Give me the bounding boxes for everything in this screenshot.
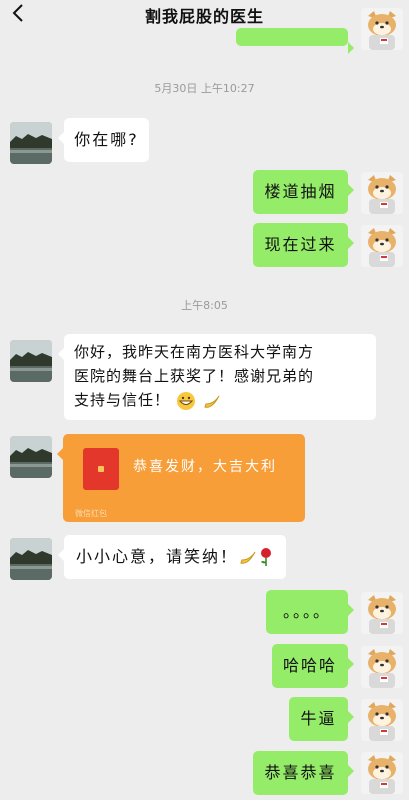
contact-avatar[interactable]	[10, 436, 52, 478]
message-text-line: 医院的舞台上获奖了！感谢兄弟的	[74, 367, 315, 385]
message-text: 你在哪?	[74, 129, 139, 149]
message-bubble[interactable]: 楼道抽烟	[253, 170, 354, 214]
message-text-line: 支持与信任！	[74, 391, 171, 409]
red-packet-footer: 微信红包	[75, 509, 107, 518]
chat-header: 割我屁股的医生 ···	[0, 0, 409, 26]
timestamp: 上午8:05	[181, 299, 228, 312]
banana-emoji-icon	[240, 551, 256, 564]
self-avatar[interactable]	[361, 172, 403, 214]
message-bubble[interactable]: 你好，我昨天在南方医科大学南方 医院的舞台上获奖了！感谢兄弟的 支持与信任！	[58, 334, 376, 420]
message-bubble[interactable]: 恭喜恭喜	[253, 751, 354, 795]
timestamp: 5月30日 上午10:27	[154, 82, 255, 95]
self-avatar[interactable]	[361, 225, 403, 267]
contact-avatar[interactable]	[10, 340, 52, 382]
message-text: 牛逼	[300, 708, 337, 728]
chat-title: 割我屁股的医生	[144, 7, 264, 26]
red-envelope-icon	[83, 448, 119, 490]
previous-message-bubble[interactable]	[236, 28, 354, 54]
message-bubble[interactable]: 哈哈哈	[272, 644, 354, 688]
red-packet-text: 恭喜发财，大吉大利	[133, 459, 277, 475]
message-text: 恭喜恭喜	[264, 762, 337, 782]
message-bubble[interactable]: 。。。。	[266, 590, 354, 634]
message-text: 哈哈哈	[282, 655, 337, 675]
self-avatar[interactable]	[361, 592, 403, 634]
self-avatar[interactable]	[361, 699, 403, 741]
self-avatar[interactable]	[361, 8, 403, 50]
self-avatar[interactable]	[361, 752, 403, 794]
message-text-line: 你好，我昨天在南方医科大学南方	[74, 343, 315, 361]
contact-avatar[interactable]	[10, 538, 52, 580]
red-packet[interactable]: 恭喜发财，大吉大利 微信红包	[57, 434, 305, 522]
message-bubble[interactable]: 你在哪?	[58, 118, 149, 162]
message-bubble[interactable]: 牛逼	[289, 697, 354, 741]
self-avatar[interactable]	[361, 646, 403, 688]
message-text: 楼道抽烟	[264, 181, 337, 201]
message-text: 小小心意，请笑纳！	[75, 546, 238, 566]
message-text: 现在过来	[264, 234, 337, 254]
contact-avatar[interactable]	[10, 122, 52, 164]
message-bubble[interactable]: 现在过来	[253, 223, 354, 267]
rose-emoji-icon	[261, 548, 271, 566]
message-bubble[interactable]: 小小心意，请笑纳！	[58, 535, 286, 579]
grin-emoji-icon	[176, 391, 195, 410]
banana-emoji-icon	[203, 395, 220, 408]
message-text: 。。。。	[282, 601, 331, 621]
